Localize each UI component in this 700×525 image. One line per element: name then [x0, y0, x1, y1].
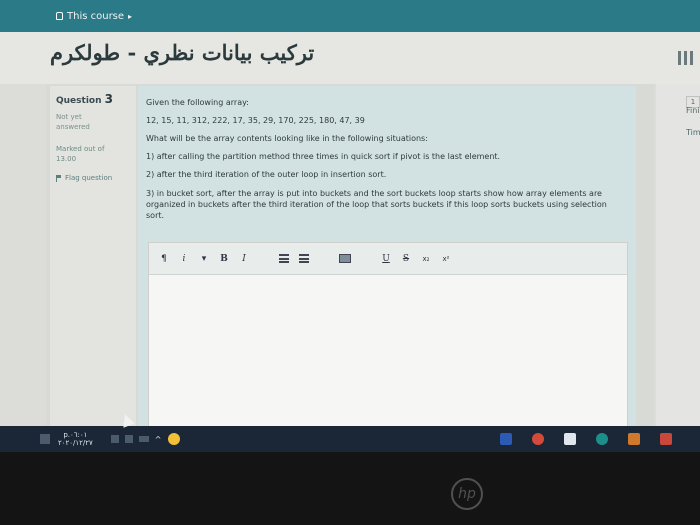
- question-line-3: What will be the array contents looking …: [146, 134, 428, 143]
- time-label: Tim: [686, 128, 700, 137]
- question-label: Question: [56, 96, 102, 106]
- word-icon[interactable]: [500, 433, 512, 445]
- time-label: p.٠٦:٠١: [63, 431, 88, 439]
- bold-button[interactable]: B: [219, 252, 229, 266]
- ordered-list-icon[interactable]: [299, 254, 309, 263]
- grade-line-2: 13.00: [56, 155, 77, 163]
- question-info: Question 3 Not yet answered Marked out o…: [50, 86, 136, 426]
- start-icon[interactable]: [40, 434, 50, 444]
- question-line-1: Given the following array:: [146, 98, 249, 107]
- state-line-1: Not yet: [56, 113, 82, 121]
- page-header: تركيب بيانات نظري - طولكرم: [0, 32, 700, 84]
- flag-question-label[interactable]: Flag question: [65, 174, 112, 182]
- state-line-2: answered: [56, 123, 90, 131]
- question-state: Not yet answered: [56, 112, 130, 132]
- network-icon[interactable]: [124, 435, 133, 443]
- answer-editor[interactable]: ¶ i ▾ B I U S x₂ x²: [148, 242, 628, 428]
- volume-icon[interactable]: [110, 435, 119, 443]
- question-number-value: 3: [104, 92, 113, 106]
- top-navbar: This course ▸: [0, 0, 700, 32]
- breadcrumb-label[interactable]: This course: [67, 11, 124, 22]
- superscript-button[interactable]: x²: [441, 252, 451, 266]
- info-button[interactable]: i: [179, 252, 189, 266]
- editor-toolbar: ¶ i ▾ B I U S x₂ x²: [149, 243, 627, 275]
- flag-icon[interactable]: [167, 433, 180, 445]
- app-red-icon[interactable]: [532, 433, 544, 445]
- chevron-right-icon: ▸: [128, 11, 133, 21]
- edge-icon[interactable]: [596, 433, 608, 445]
- question-line-6: 3) in bucket sort, after the array is pu…: [146, 189, 607, 220]
- paragraph-button[interactable]: ¶: [159, 252, 169, 266]
- underline-button[interactable]: U: [381, 252, 391, 266]
- chevron-up-icon[interactable]: ^: [155, 435, 162, 444]
- app-orange-icon[interactable]: [628, 433, 640, 445]
- battery-icon[interactable]: [138, 436, 149, 442]
- unordered-list-icon[interactable]: [279, 254, 289, 263]
- taskbar: p.٠٦:٠١ ٢٠٢٠/١٢/٢٧ ^: [0, 426, 700, 452]
- menu-icon[interactable]: [676, 50, 694, 66]
- course-title: تركيب بيانات نظري - طولكرم: [50, 40, 315, 65]
- italic-button[interactable]: I: [239, 252, 249, 266]
- question-text: Given the following array: 12, 15, 11, 3…: [146, 94, 626, 221]
- question-line-5: 2) after the third iteration of the oute…: [146, 170, 387, 179]
- question-grade: Marked out of 13.00: [56, 144, 130, 164]
- app-white-icon[interactable]: [564, 433, 576, 445]
- image-icon[interactable]: [339, 254, 351, 263]
- app-red2-icon[interactable]: [660, 433, 672, 445]
- question-number: Question 3: [56, 92, 130, 106]
- hp-logo: hp: [451, 478, 483, 510]
- date-label: ٢٠٢٠/١٢/٢٧: [58, 439, 93, 447]
- question-line-2: 12, 15, 11, 312, 222, 17, 35, 29, 170, 2…: [146, 116, 365, 125]
- breadcrumb[interactable]: This course ▸: [56, 11, 132, 22]
- taskbar-apps: [500, 426, 672, 452]
- dropdown-icon[interactable]: ▾: [199, 252, 209, 266]
- finish-link[interactable]: Fini: [686, 106, 700, 115]
- editor-content[interactable]: [149, 275, 627, 427]
- screen: This course ▸ تركيب بيانات نظري - طولكرم…: [0, 0, 700, 452]
- flag-icon: [56, 174, 62, 182]
- subscript-button[interactable]: x₂: [421, 252, 431, 266]
- clock[interactable]: p.٠٦:٠١ ٢٠٢٠/١٢/٢٧: [58, 431, 93, 447]
- grade-line-1: Marked out of: [56, 145, 105, 153]
- strikethrough-button[interactable]: S: [401, 252, 411, 266]
- system-tray: ^: [110, 433, 180, 445]
- toolbar-separator: [361, 252, 371, 266]
- flag-question-link[interactable]: Flag question: [56, 174, 130, 182]
- toolbar-separator: [259, 252, 269, 266]
- right-panel: 1 Fini Tim: [656, 84, 700, 432]
- course-icon: [56, 12, 63, 20]
- toolbar-separator: [319, 252, 329, 266]
- question-line-4: 1) after calling the partition method th…: [146, 152, 501, 161]
